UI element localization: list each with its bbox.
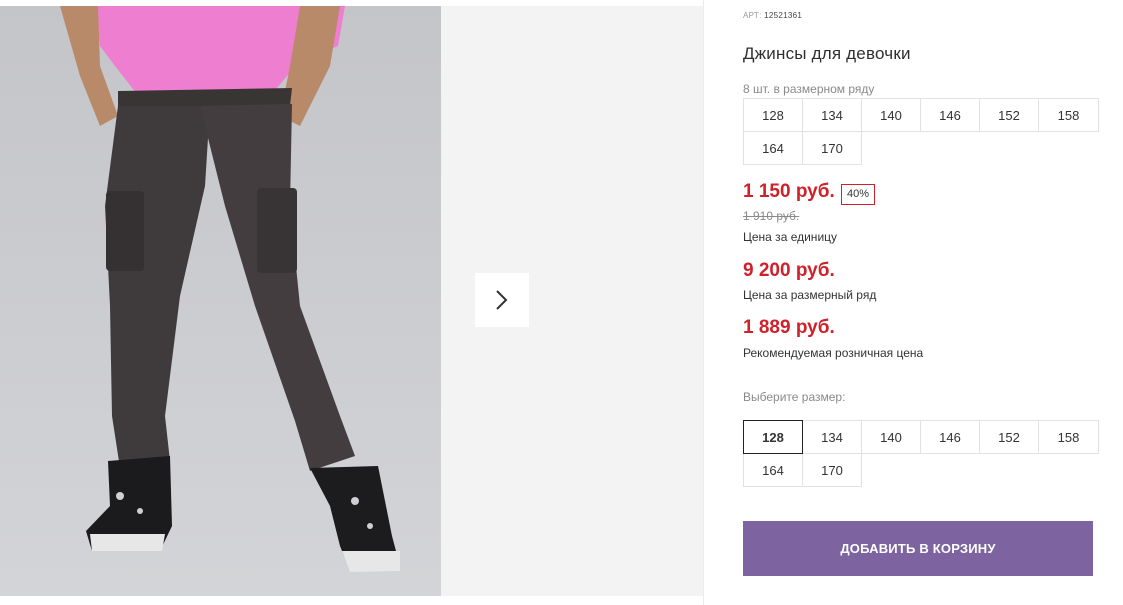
size-option[interactable]: 158 — [1038, 420, 1099, 454]
size-option-selected[interactable]: 128 — [743, 420, 803, 454]
size-picker-caption: Выберите размер: — [743, 390, 846, 404]
retail-price-label: Рекомендуемая розничная цена — [743, 346, 924, 360]
row-price-label: Цена за размерный ряд — [743, 288, 877, 302]
pack-size-cell: 170 — [802, 131, 862, 165]
product-photo-illustration — [0, 6, 441, 596]
pack-caption: 8 шт. в размерном ряду — [743, 82, 875, 96]
column-divider — [703, 0, 704, 605]
size-option[interactable]: 134 — [802, 420, 862, 454]
article-label: АРТ: — [743, 11, 762, 20]
pack-size-cell: 134 — [802, 98, 862, 132]
product-photo — [0, 6, 441, 596]
unit-price: 1 150 руб. — [743, 181, 835, 202]
pack-size-cell: 164 — [743, 131, 803, 165]
row-price: 9 200 руб. — [743, 260, 835, 281]
product-title: Джинсы для девочки — [743, 44, 911, 63]
size-option[interactable]: 152 — [979, 420, 1039, 454]
product-gallery — [0, 0, 703, 605]
pack-size-cell: 140 — [861, 98, 921, 132]
size-option[interactable]: 170 — [802, 453, 862, 487]
add-to-cart-button[interactable]: ДОБАВИТЬ В КОРЗИНУ — [743, 521, 1093, 576]
pack-size-cell: 128 — [743, 98, 803, 132]
article-number: АРТ: 12521361 — [743, 11, 802, 20]
article-value: 12521361 — [764, 11, 803, 20]
pack-size-cell: 152 — [979, 98, 1039, 132]
pack-size-cell: 146 — [920, 98, 980, 132]
size-option[interactable]: 140 — [861, 420, 921, 454]
chevron-right-icon — [496, 290, 508, 310]
old-price: 1 910 руб. — [743, 209, 800, 223]
product-info: АРТ: 12521361 Джинсы для девочки 8 шт. в… — [743, 0, 1103, 605]
unit-price-label: Цена за единицу — [743, 230, 838, 244]
gallery-next-button[interactable] — [475, 273, 529, 327]
pack-size-cell: 158 — [1038, 98, 1099, 132]
size-picker-grid: 128 134 140 146 152 158 164 170 — [743, 420, 1100, 488]
size-option[interactable]: 164 — [743, 453, 803, 487]
discount-badge: 40% — [841, 184, 876, 205]
size-option[interactable]: 146 — [920, 420, 980, 454]
pack-size-grid: 128 134 140 146 152 158 164 170 — [743, 98, 1100, 166]
retail-price: 1 889 руб. — [743, 317, 835, 338]
